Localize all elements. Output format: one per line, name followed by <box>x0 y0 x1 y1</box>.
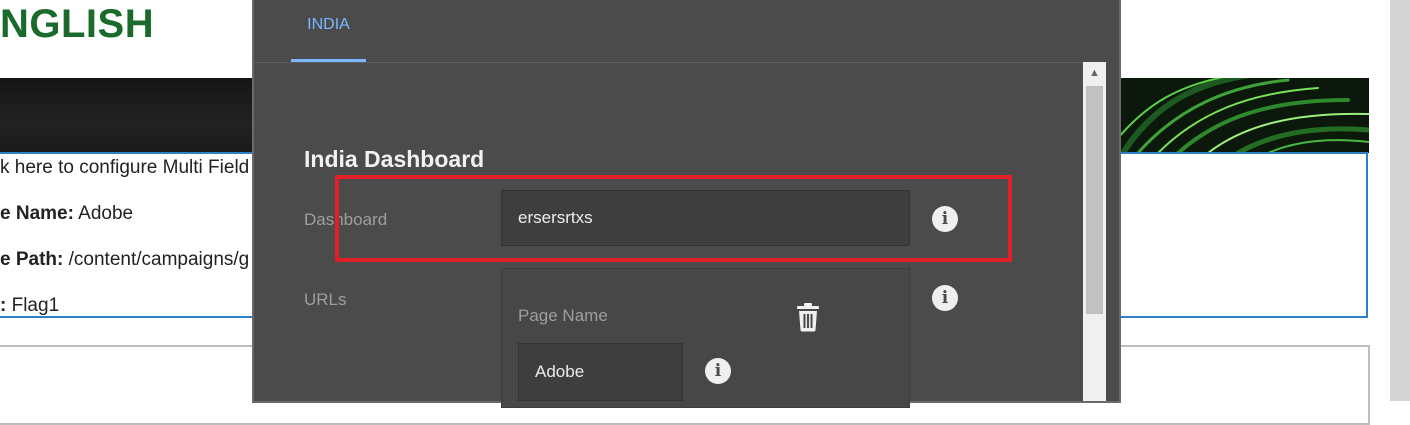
dialog-tab-bar: INDIA <box>254 0 1107 63</box>
page-title: NGLISH <box>0 2 155 46</box>
page-name-value: Adobe <box>78 203 134 224</box>
page-path-value: /content/campaigns/g <box>68 249 250 270</box>
dialog-scrollbar[interactable]: ▲ <box>1083 62 1106 401</box>
page-name-label: e Name: <box>0 203 74 224</box>
page-path-label: e Path: <box>0 249 64 270</box>
edit-dialog: INDIA India Dashboard Dashboard i URLs i… <box>254 0 1119 408</box>
configure-hint-text[interactable]: k here to configure Multi Field <box>0 157 249 179</box>
urls-info-icon[interactable]: i <box>932 285 958 311</box>
flag-label: : <box>0 295 7 316</box>
page-name-input[interactable] <box>518 343 683 401</box>
page-name-field-label: Page Name <box>518 306 608 325</box>
banner-image-right <box>1118 78 1369 153</box>
trash-icon[interactable] <box>795 302 821 332</box>
banner-image-left <box>0 78 260 153</box>
page-name-line: e Name: Adobe <box>0 203 133 225</box>
dashboard-info-icon[interactable]: i <box>932 206 958 232</box>
page-scrollbar[interactable] <box>1390 0 1410 401</box>
dashboard-label: Dashboard <box>304 210 388 229</box>
flag-value: Flag1 <box>11 295 60 316</box>
urls-label: URLs <box>304 290 347 309</box>
dashboard-input[interactable] <box>501 190 910 246</box>
page-name-info-icon[interactable]: i <box>705 358 731 384</box>
page-path-line: e Path: /content/campaigns/g <box>0 249 249 271</box>
flag-line: : Flag1 <box>0 295 59 317</box>
scrollbar-thumb[interactable] <box>1086 86 1103 314</box>
section-title: India Dashboard <box>304 146 485 172</box>
tab-india[interactable]: INDIA <box>291 0 366 62</box>
chevron-up-icon[interactable]: ▲ <box>1083 62 1106 84</box>
